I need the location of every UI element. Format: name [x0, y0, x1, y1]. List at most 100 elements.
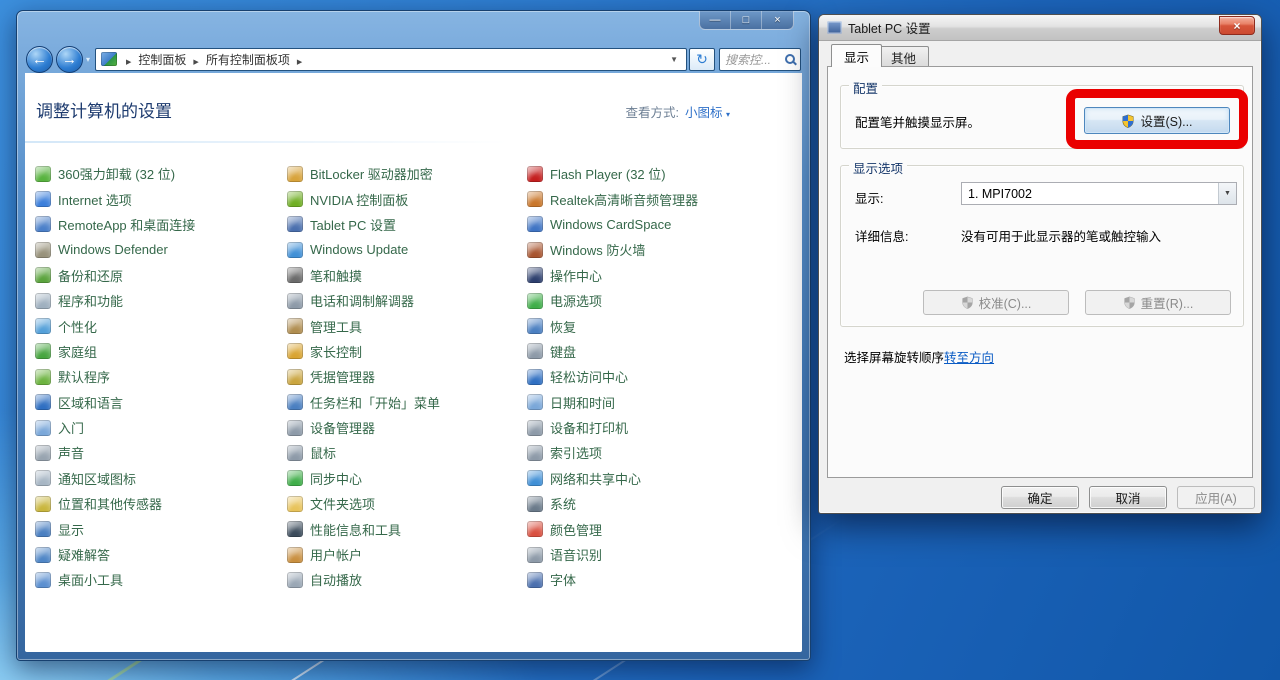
control-panel-item[interactable]: 鼠标	[287, 440, 525, 465]
control-panel-item[interactable]: Realtek高清晰音频管理器	[527, 186, 802, 211]
search-icon	[785, 54, 795, 64]
close-icon[interactable]: ×	[762, 11, 793, 29]
desktop-gadgets-icon	[35, 572, 51, 588]
back-button[interactable]: ←	[26, 46, 53, 73]
control-panel-item[interactable]: 网络和共享中心	[527, 466, 802, 491]
control-panel-item[interactable]: 键盘	[527, 339, 802, 364]
items-column-2: BitLocker 驱动器加密 NVIDIA 控制面板 Tablet PC 设置Wi…	[287, 161, 525, 593]
address-dropdown-icon[interactable]: ▼	[667, 55, 681, 64]
search-input[interactable]: 搜索控...	[719, 48, 801, 71]
dialog-close-icon[interactable]: ×	[1219, 16, 1255, 35]
control-panel-item-label: NVIDIA 控制面板	[310, 190, 408, 209]
minimize-icon[interactable]: —	[700, 11, 731, 29]
control-panel-item[interactable]: 性能信息和工具	[287, 516, 525, 541]
breadcrumb-separator-icon: ▶	[297, 59, 302, 66]
search-placeholder: 搜索控...	[725, 51, 785, 68]
control-panel-item[interactable]: 默认程序	[35, 364, 285, 389]
control-panel-item-label: 操作中心	[550, 266, 602, 285]
control-panel-item[interactable]: Windows Update	[287, 237, 525, 262]
control-panel-item[interactable]: 入门	[35, 415, 285, 440]
control-panel-item[interactable]: Flash Player (32 位)	[527, 161, 802, 186]
calibrate-button[interactable]: 校准(C)...	[923, 290, 1069, 315]
control-panel-item[interactable]: 个性化	[35, 313, 285, 338]
control-panel-item[interactable]: Internet 选项	[35, 186, 285, 211]
control-panel-item-label: 键盘	[550, 342, 576, 361]
bitlocker-icon	[287, 166, 303, 182]
control-panel-item[interactable]: 程序和功能	[35, 288, 285, 313]
control-panel-item[interactable]: 区域和语言	[35, 390, 285, 415]
control-panel-item[interactable]: 通知区域图标	[35, 466, 285, 491]
control-panel-item[interactable]: 系统	[527, 491, 802, 516]
control-panel-item[interactable]: RemoteApp 和桌面连接	[35, 212, 285, 237]
control-panel-item[interactable]: 日期和时间	[527, 390, 802, 415]
display-tab-panel: 配置 配置笔并触摸显示屏。 设置(S)... 显示选项 显示: 1. MPI70…	[827, 66, 1253, 478]
control-panel-item-label: 家长控制	[310, 342, 362, 361]
control-panel-item[interactable]: 显示	[35, 516, 285, 541]
display-select[interactable]: 1. MPI7002 ▼	[961, 182, 1237, 205]
forward-button[interactable]: →	[56, 46, 83, 73]
control-panel-item[interactable]: 任务栏和「开始」菜单	[287, 390, 525, 415]
control-panel-item[interactable]: BitLocker 驱动器加密	[287, 161, 525, 186]
apply-button[interactable]: 应用(A)	[1177, 486, 1255, 509]
360-uninstall-icon	[35, 166, 51, 182]
control-panel-item[interactable]: 家庭组	[35, 339, 285, 364]
view-by-value-link[interactable]: 小图标 ▾	[685, 102, 730, 121]
breadcrumb-segment[interactable]: 所有控制面板项	[206, 53, 290, 67]
control-panel-item[interactable]: 设备管理器	[287, 415, 525, 440]
tab-display[interactable]: 显示	[831, 44, 882, 67]
control-panel-item[interactable]: 恢复	[527, 313, 802, 338]
control-panel-item[interactable]: 电话和调制解调器	[287, 288, 525, 313]
settings-button-label: 设置(S)...	[1140, 111, 1192, 130]
view-by-value: 小图标	[685, 106, 723, 120]
control-panel-item[interactable]: Windows CardSpace	[527, 212, 802, 237]
control-panel-item[interactable]: 设备和打印机	[527, 415, 802, 440]
view-by-caret-icon: ▾	[726, 110, 730, 119]
chevron-down-icon[interactable]: ▼	[1218, 183, 1236, 204]
recent-pages-caret-icon[interactable]: ▾	[86, 55, 90, 64]
control-panel-item[interactable]: 疑难解答	[35, 542, 285, 567]
control-panel-item[interactable]: 桌面小工具	[35, 567, 285, 592]
control-panel-item[interactable]: 管理工具	[287, 313, 525, 338]
control-panel-item-label: 设备和打印机	[550, 418, 628, 437]
control-panel-item[interactable]: 位置和其他传感器	[35, 491, 285, 516]
troubleshooting-icon	[35, 547, 51, 563]
control-panel-item-label: Windows CardSpace	[550, 217, 671, 232]
control-panel-item[interactable]: Windows Defender	[35, 237, 285, 262]
control-panel-item[interactable]: 声音	[35, 440, 285, 465]
control-panel-item[interactable]: Tablet PC 设置	[287, 212, 525, 237]
ok-button[interactable]: 确定	[1001, 486, 1079, 509]
reset-button[interactable]: 重置(R)...	[1085, 290, 1231, 315]
control-panel-item[interactable]: 360强力卸载 (32 位)	[35, 161, 285, 186]
control-panel-item[interactable]: 同步中心	[287, 466, 525, 491]
control-panel-item[interactable]: Windows 防火墙	[527, 237, 802, 262]
control-panel-item-label: RemoteApp 和桌面连接	[58, 215, 195, 234]
maximize-icon[interactable]: □	[731, 11, 762, 29]
control-panel-item[interactable]: 颜色管理	[527, 516, 802, 541]
tablet-pc-settings-dialog: Tablet PC 设置 × 显示 其他 配置 配置笔并触摸显示屏。 设置(S)…	[818, 14, 1262, 514]
control-panel-item[interactable]: 字体	[527, 567, 802, 592]
control-panel-item[interactable]: 操作中心	[527, 263, 802, 288]
cancel-button[interactable]: 取消	[1089, 486, 1167, 509]
control-panel-item[interactable]: 笔和触摸	[287, 263, 525, 288]
control-panel-item[interactable]: 轻松访问中心	[527, 364, 802, 389]
control-panel-item[interactable]: 文件夹选项	[287, 491, 525, 516]
control-panel-item-label: 自动播放	[310, 570, 362, 589]
control-panel-item[interactable]: NVIDIA 控制面板	[287, 186, 525, 211]
go-to-orientation-link[interactable]: 转至方向	[944, 351, 994, 365]
refresh-button[interactable]: ↻	[689, 48, 715, 71]
settings-button[interactable]: 设置(S)...	[1084, 107, 1230, 134]
breadcrumb[interactable]: ▶控制面板▶所有控制面板项▶ ▼	[95, 48, 687, 71]
control-panel-item-label: 管理工具	[310, 317, 362, 336]
control-panel-item[interactable]: 电源选项	[527, 288, 802, 313]
control-panel-item[interactable]: 语音识别	[527, 542, 802, 567]
control-panel-item[interactable]: 备份和还原	[35, 263, 285, 288]
breadcrumb-segment[interactable]: 控制面板	[138, 53, 186, 67]
control-panel-item[interactable]: 家长控制	[287, 339, 525, 364]
tab-other[interactable]: 其他	[878, 46, 929, 67]
control-panel-item[interactable]: 凭据管理器	[287, 364, 525, 389]
control-panel-item-label: 文件夹选项	[310, 494, 375, 513]
control-panel-item[interactable]: 索引选项	[527, 440, 802, 465]
items-column-3: Flash Player (32 位)Realtek高清晰音频管理器 Window…	[527, 161, 802, 593]
control-panel-item[interactable]: 自动播放	[287, 567, 525, 592]
control-panel-item[interactable]: 用户帐户	[287, 542, 525, 567]
